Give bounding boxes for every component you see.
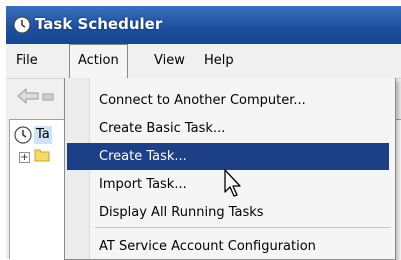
tree-root-label[interactable]: Ta [34,126,52,144]
mouse-pointer-icon [224,169,241,197]
expand-icon[interactable]: + [19,152,30,163]
clock-icon [14,126,32,144]
window-title: Task Scheduler [35,15,163,33]
menu-view[interactable]: View [146,44,193,78]
menu-item-at-service[interactable]: AT Service Account Configuration [67,233,389,260]
menu-bar: File Action View Help [6,44,401,79]
menu-file[interactable]: File [8,44,46,78]
title-bar[interactable]: Task Scheduler [6,6,401,44]
menu-help[interactable]: Help [196,44,242,78]
menu-separator [95,227,391,228]
back-arrow-icon[interactable] [16,87,40,105]
menu-item-connect[interactable]: Connect to Another Computer... [67,87,389,114]
menu-item-create-basic-task[interactable]: Create Basic Task... [67,115,389,142]
menu-action[interactable]: Action [69,44,128,78]
menu-item-display-running[interactable]: Display All Running Tasks [67,199,389,226]
menu-item-create-task[interactable]: Create Task... [67,143,389,170]
folder-icon [34,149,50,162]
clock-icon [13,16,31,34]
forward-icon[interactable] [42,91,54,103]
